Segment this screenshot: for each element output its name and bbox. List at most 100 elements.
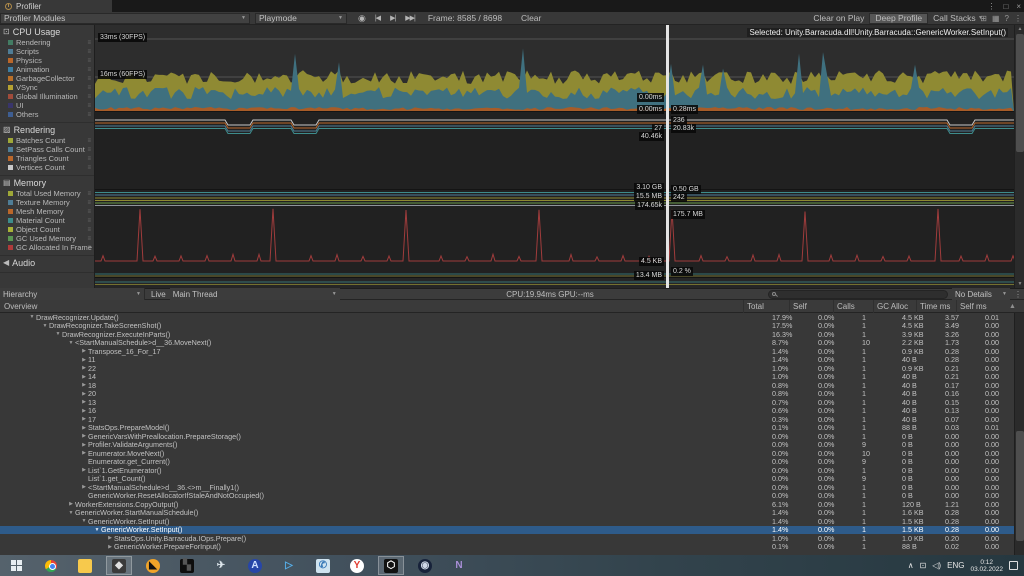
table-row[interactable]: ▶ 17 0.3% 0.0% 1 40 B 0.07 0.00 bbox=[0, 415, 1024, 424]
table-row[interactable]: ▼ GenericWorker.StartManualSchedule() 1.4%… bbox=[0, 508, 1024, 517]
table-row[interactable]: ▶ 14 1.0% 0.0% 1 40 B 0.21 0.00 bbox=[0, 372, 1024, 381]
cpu-usage-chart[interactable] bbox=[95, 25, 1014, 112]
table-row-selected[interactable]: ▼ GenericWorker.SetInput() 1.4% 0.0% 1 1.5 KB… bbox=[0, 525, 1024, 534]
drag-handle-icon[interactable]: ≡ bbox=[87, 49, 91, 55]
expand-icon[interactable]: ▶ bbox=[80, 408, 88, 414]
expand-icon[interactable]: ▶ bbox=[80, 450, 88, 456]
table-row[interactable]: ▼ GenericWorker.SetInput() 1.4% 0.0% 1 1.5 KB… bbox=[0, 517, 1024, 526]
table-row[interactable]: ▶ Profiler.ValidateArguments() 0.0% 0.0% 9 0 … bbox=[0, 440, 1024, 449]
legend-item[interactable]: Triangles Count ≡ bbox=[0, 154, 94, 163]
table-row[interactable]: ▶ 16 0.6% 0.0% 1 40 B 0.13 0.00 bbox=[0, 406, 1024, 415]
yandex-browser-icon[interactable]: Y bbox=[340, 555, 374, 576]
language-indicator[interactable]: ENG bbox=[947, 561, 964, 570]
expand-icon[interactable]: ▶ bbox=[80, 416, 88, 422]
volume-icon[interactable]: ◁) bbox=[932, 561, 941, 570]
drag-handle-icon[interactable]: ≡ bbox=[87, 227, 91, 233]
window-menu-icon[interactable]: ⋮ bbox=[987, 2, 995, 11]
column-calls[interactable]: Calls bbox=[833, 299, 873, 313]
collapse-icon[interactable]: ▼ bbox=[93, 527, 101, 533]
next-frame-button[interactable]: ▶| bbox=[385, 13, 400, 24]
legend-item[interactable]: Total Used Memory ≡ bbox=[0, 189, 94, 198]
drag-handle-icon[interactable]: ≡ bbox=[87, 76, 91, 82]
column-total[interactable]: Total bbox=[743, 299, 789, 313]
expand-icon[interactable]: ▶ bbox=[80, 467, 88, 473]
notepad-n-icon[interactable]: N bbox=[442, 555, 476, 576]
expand-icon[interactable]: ▶ bbox=[106, 535, 114, 541]
tray-chevron-icon[interactable]: ∧ bbox=[908, 561, 914, 570]
jet-app-icon[interactable]: ✈ bbox=[204, 555, 238, 576]
legend-item[interactable]: SetPass Calls Count ≡ bbox=[0, 145, 94, 154]
close-icon[interactable]: × bbox=[1016, 2, 1021, 11]
expand-icon[interactable]: ▶ bbox=[106, 544, 114, 550]
legend-item[interactable]: Global Illumination ≡ bbox=[0, 92, 94, 101]
clear-button[interactable]: Clear bbox=[516, 13, 546, 24]
explorer-icon[interactable] bbox=[68, 555, 102, 576]
table-row[interactable]: ▼ DrawRecognizer.Update() 17.9% 0.0% 1 4.5 KB… bbox=[0, 313, 1024, 322]
column-self-ms[interactable]: Self ms bbox=[956, 299, 998, 313]
column-overview[interactable]: Overview bbox=[0, 300, 743, 313]
drag-handle-icon[interactable]: ≡ bbox=[87, 94, 91, 100]
legend-item[interactable]: Object Count ≡ bbox=[0, 225, 94, 234]
rendering-chart[interactable] bbox=[95, 112, 1014, 190]
legend-item[interactable]: VSync ≡ bbox=[0, 83, 94, 92]
expand-icon[interactable]: ▶ bbox=[80, 391, 88, 397]
thread-dropdown[interactable]: Main Thread ▼ bbox=[169, 288, 340, 300]
expand-icon[interactable]: ▶ bbox=[80, 348, 88, 354]
chrome-icon[interactable] bbox=[34, 555, 68, 576]
table-row[interactable]: ▶ WorkerExtensions.CopyOutput() 6.1% 0.0% 1 1… bbox=[0, 500, 1024, 509]
table-row[interactable]: ▶ 22 1.0% 0.0% 1 0.9 KB 0.21 0.00 bbox=[0, 364, 1024, 373]
dark-app-icon[interactable]: ▚ bbox=[170, 555, 204, 576]
help-icon[interactable]: ? bbox=[1005, 14, 1009, 23]
legend-item[interactable]: Physics ≡ bbox=[0, 56, 94, 65]
drag-handle-icon[interactable]: ≡ bbox=[87, 40, 91, 46]
clear-on-play-toggle[interactable]: Clear on Play bbox=[808, 13, 869, 24]
expand-icon[interactable]: ▶ bbox=[67, 501, 75, 507]
charts-scrollbar[interactable]: ▲ ▼ bbox=[1014, 25, 1024, 288]
table-row[interactable]: ▶ Enumerator.MoveNext() 0.0% 0.0% 10 0 B 0.00 0… bbox=[0, 449, 1024, 458]
table-row[interactable]: ▶ 11 1.4% 0.0% 1 40 B 0.28 0.00 bbox=[0, 355, 1024, 364]
profiler-modules-dropdown[interactable]: Profiler Modules ▼ bbox=[0, 12, 250, 24]
collapse-icon[interactable]: ▼ bbox=[54, 331, 62, 337]
call-stacks-dropdown[interactable]: Call Stacks ▼ bbox=[928, 13, 988, 24]
playmode-dropdown[interactable]: Playmode ▼ bbox=[255, 12, 347, 24]
phone-app-icon[interactable]: ✆ bbox=[306, 555, 340, 576]
legend-item[interactable]: Batches Count ≡ bbox=[0, 136, 94, 145]
column-gc-alloc[interactable]: GC Alloc bbox=[873, 299, 916, 313]
deep-profile-toggle[interactable]: Deep Profile bbox=[869, 12, 929, 24]
column-time-ms[interactable]: Time ms bbox=[916, 299, 956, 313]
expand-icon[interactable]: ▶ bbox=[80, 382, 88, 388]
collapse-icon[interactable]: ▼ bbox=[80, 518, 88, 524]
legend-item[interactable]: Others ≡ bbox=[0, 110, 94, 119]
layout-icon[interactable]: ⊞ bbox=[980, 14, 987, 23]
selected-frame-line[interactable] bbox=[666, 25, 669, 288]
table-row[interactable]: ▶ GenericVarsWithPreallocation.PrepareSto… bbox=[0, 432, 1024, 441]
clock[interactable]: 0:12 03.02.2022 bbox=[970, 559, 1003, 573]
table-row[interactable]: ▶ 18 0.8% 0.0% 1 40 B 0.17 0.00 bbox=[0, 381, 1024, 390]
drag-handle-icon[interactable]: ≡ bbox=[87, 103, 91, 109]
audio-chart[interactable] bbox=[95, 278, 1014, 288]
table-row[interactable]: ▶ GenericWorker.PrepareForInput() 0.1% 0.0%… bbox=[0, 542, 1024, 551]
table-row[interactable]: ▼ DrawRecognizer.ExecuteInParts() 16.3% 0.0… bbox=[0, 330, 1024, 339]
drag-handle-icon[interactable]: ≡ bbox=[87, 147, 91, 153]
drag-handle-icon[interactable]: ≡ bbox=[87, 138, 91, 144]
network-icon[interactable]: ⊡ bbox=[920, 561, 927, 570]
drag-handle-icon[interactable]: ≡ bbox=[87, 236, 91, 242]
table-row[interactable]: Enumerator.get_Current() 0.0% 0.0% 9 0 B 0.00… bbox=[0, 457, 1024, 466]
tab-profiler[interactable]: Profiler bbox=[0, 0, 112, 12]
table-row[interactable]: ▶ Transpose_16_For_17 1.4% 0.0% 1 0.9 KB 0.28 0… bbox=[0, 347, 1024, 356]
drag-handle-icon[interactable]: ≡ bbox=[87, 218, 91, 224]
amd-icon[interactable]: ◣ bbox=[136, 555, 170, 576]
notification-center-icon[interactable] bbox=[1009, 561, 1018, 570]
kebab-icon[interactable]: ⋮ bbox=[1014, 14, 1022, 23]
legend-item[interactable]: Animation ≡ bbox=[0, 65, 94, 74]
expand-icon[interactable]: ▶ bbox=[80, 357, 88, 363]
legend-item[interactable]: Rendering ≡ bbox=[0, 38, 94, 47]
legend-item[interactable]: Scripts ≡ bbox=[0, 47, 94, 56]
legend-item[interactable]: GC Used Memory ≡ bbox=[0, 234, 94, 243]
table-row[interactable]: ▼ <StartManualSchedule>d__36.MoveNext() 8.… bbox=[0, 338, 1024, 347]
drag-handle-icon[interactable]: ≡ bbox=[87, 85, 91, 91]
drag-handle-icon[interactable]: ≡ bbox=[87, 209, 91, 215]
kebab-icon[interactable]: ⋮ bbox=[1014, 290, 1022, 299]
expand-icon[interactable]: ▶ bbox=[80, 484, 88, 490]
grid-icon[interactable]: ▦ bbox=[992, 14, 1000, 23]
